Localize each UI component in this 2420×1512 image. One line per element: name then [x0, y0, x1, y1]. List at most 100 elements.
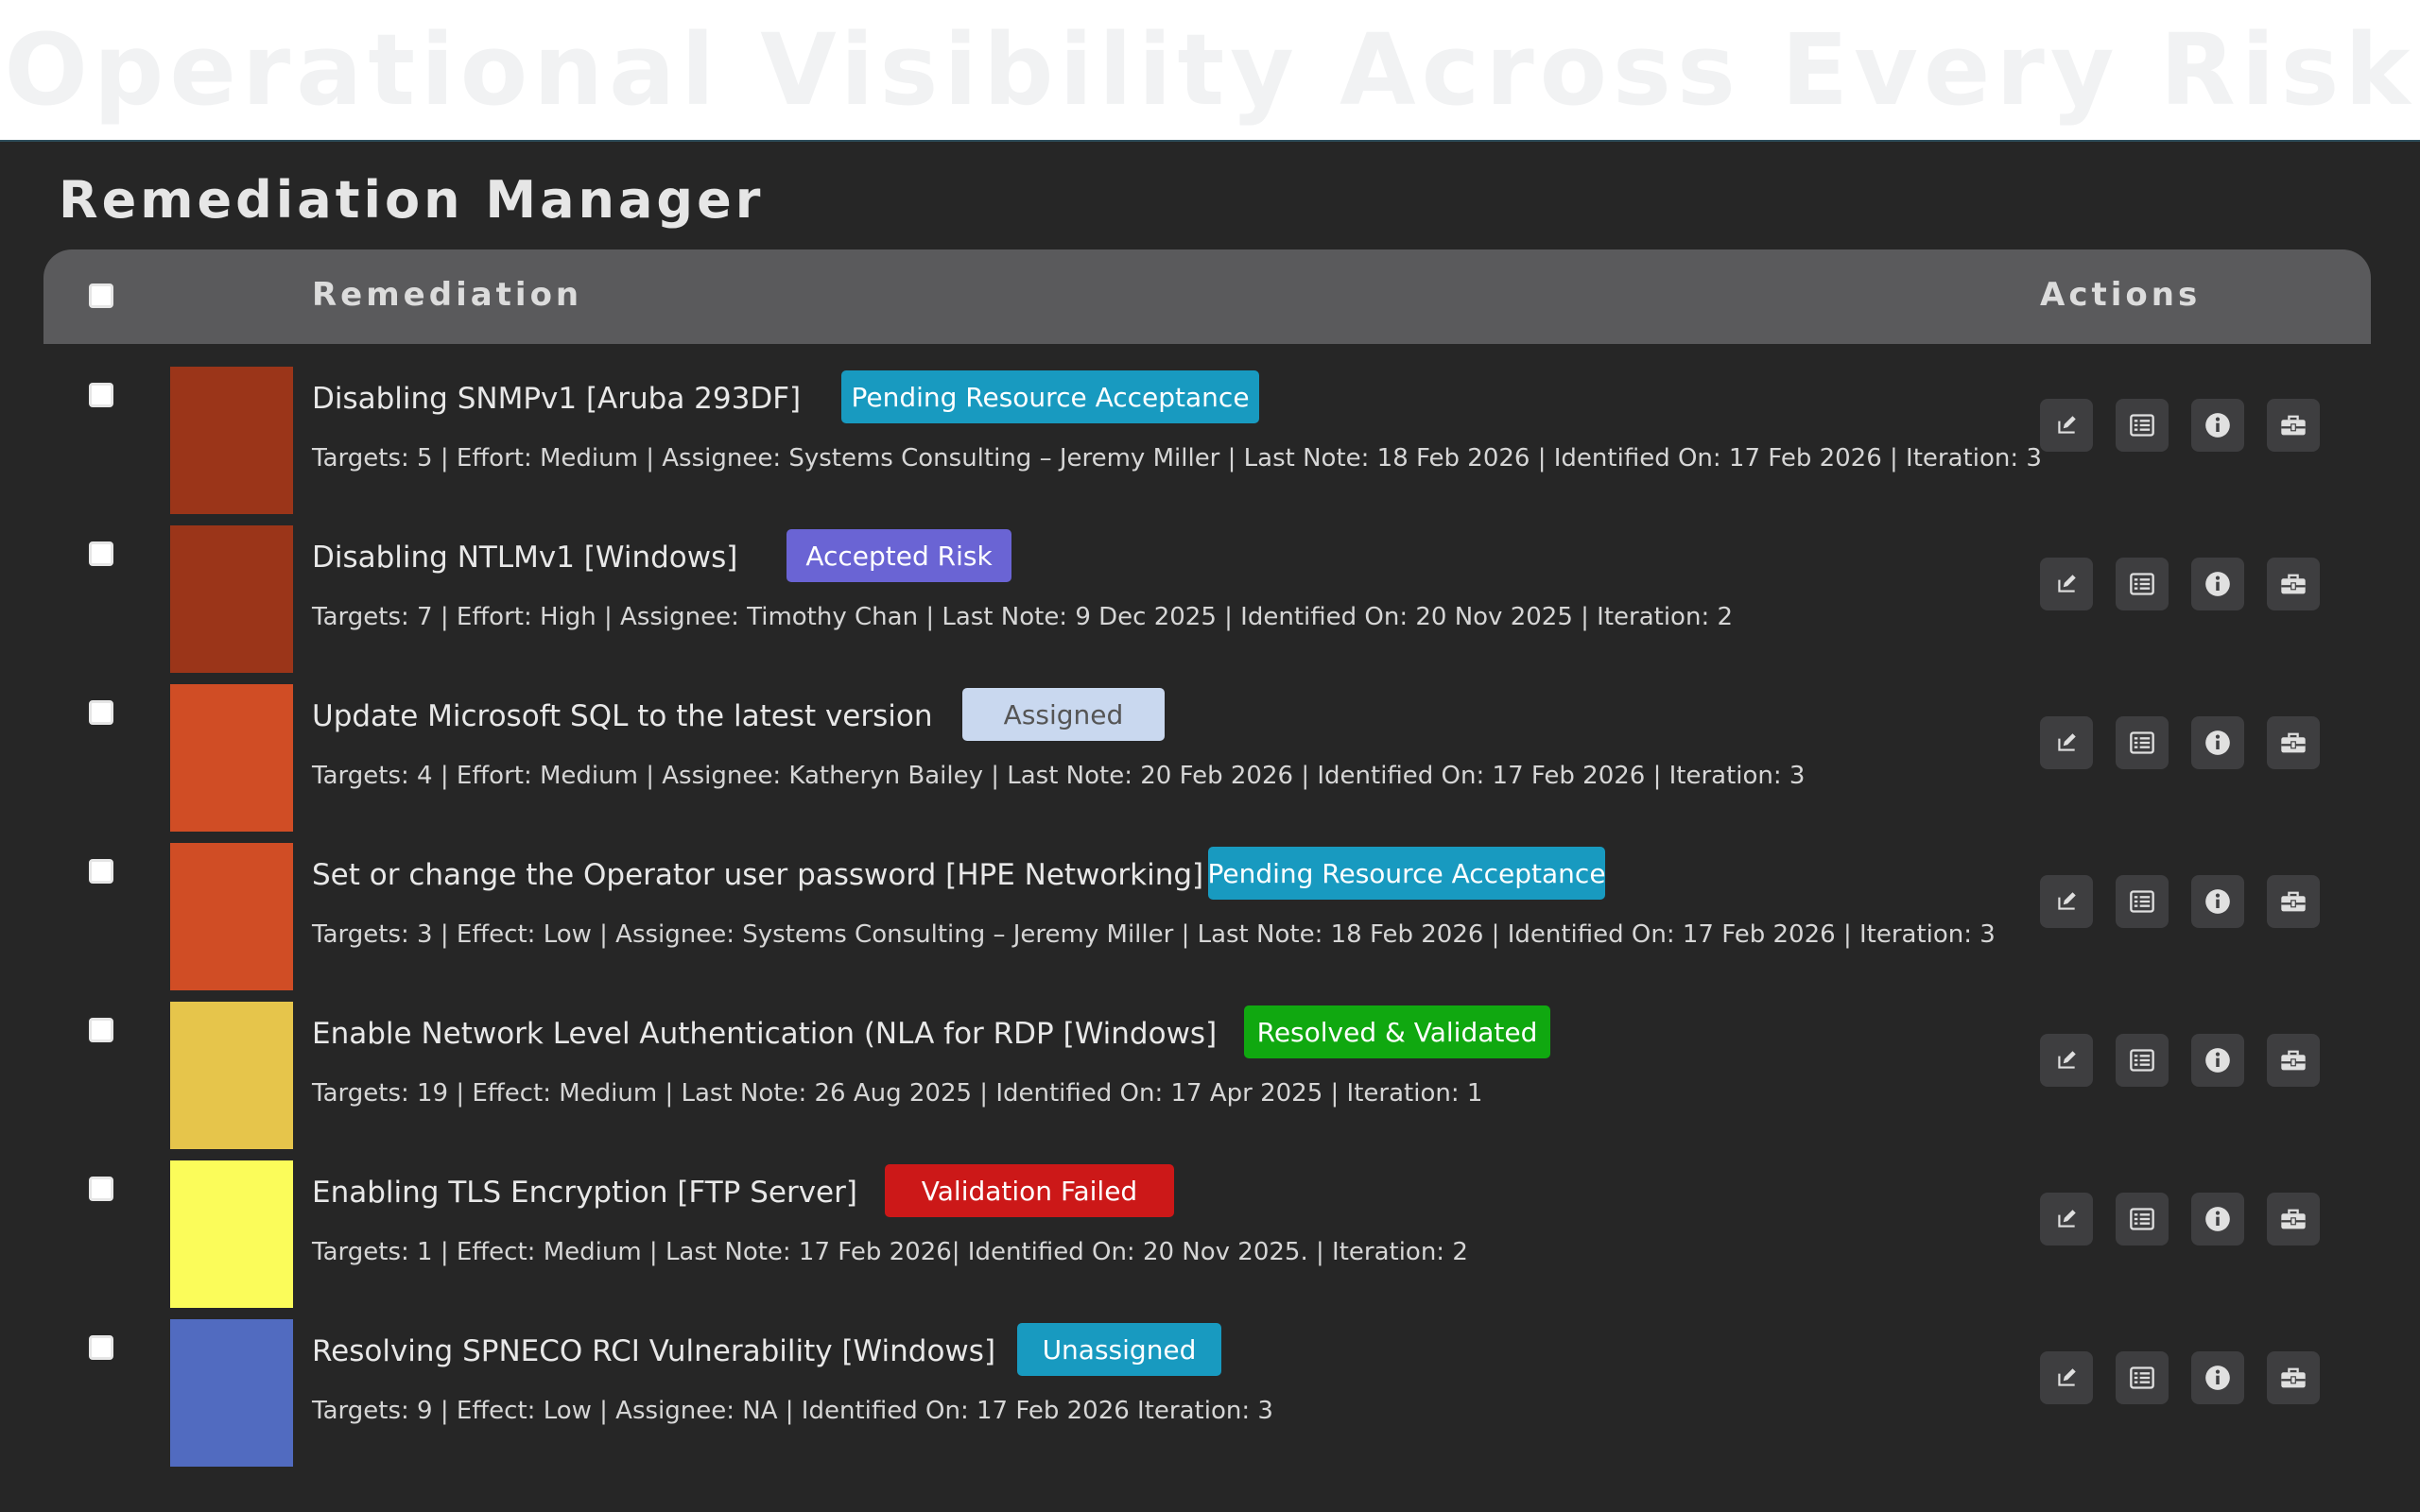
details-button[interactable] — [2116, 558, 2169, 610]
remediation-meta: Targets: 3 | Effect: Low | Assignee: Sys… — [312, 920, 1996, 949]
remediation-row[interactable]: Resolving SPNECO RCI Vulnerability [Wind… — [0, 1304, 2420, 1467]
row-checkbox[interactable] — [89, 541, 113, 566]
remediation-meta: Targets: 19 | Effect: Medium | Last Note… — [312, 1079, 1483, 1108]
edit-button[interactable] — [2040, 558, 2093, 610]
info-button[interactable] — [2191, 1351, 2244, 1404]
list-icon — [2130, 1366, 2154, 1389]
row-checkbox[interactable] — [89, 700, 113, 725]
row-checkbox[interactable] — [89, 1335, 113, 1360]
remediation-title[interactable]: Set or change the Operator user password… — [312, 858, 1203, 892]
list-icon — [2130, 890, 2154, 913]
row-actions — [2040, 1034, 2320, 1087]
toolbox-button[interactable] — [2267, 399, 2320, 452]
list-icon — [2130, 414, 2154, 437]
row-actions — [2040, 716, 2320, 769]
remediation-row[interactable]: Disabling NTLMv1 [Windows] Accepted Risk… — [0, 510, 2420, 673]
details-button[interactable] — [2116, 399, 2169, 452]
toolbox-button[interactable] — [2267, 1193, 2320, 1246]
row-actions — [2040, 1193, 2320, 1246]
remediation-title[interactable]: Enable Network Level Authentication (NLA… — [312, 1017, 1217, 1051]
status-badge: Unassigned — [1017, 1323, 1221, 1376]
edit-icon — [2058, 733, 2076, 751]
edit-button[interactable] — [2040, 1034, 2093, 1087]
select-all-checkbox[interactable] — [89, 284, 113, 308]
row-actions — [2040, 1351, 2320, 1404]
toolbox-icon — [2281, 1367, 2306, 1388]
row-checkbox[interactable] — [89, 859, 113, 884]
remediation-meta: Targets: 4 | Effort: Medium | Assignee: … — [312, 762, 1806, 790]
remediation-meta: Targets: 5 | Effort: Medium | Assignee: … — [312, 444, 2042, 472]
toolbox-button[interactable] — [2267, 558, 2320, 610]
remediation-meta: Targets: 9 | Effect: Low | Assignee: NA … — [312, 1397, 1273, 1425]
edit-icon — [2058, 1210, 2076, 1228]
edit-button[interactable] — [2040, 1193, 2093, 1246]
toolbox-button[interactable] — [2267, 716, 2320, 769]
info-icon — [2205, 413, 2230, 438]
remediation-row[interactable]: Enable Network Level Authentication (NLA… — [0, 987, 2420, 1149]
severity-indicator — [170, 1002, 293, 1149]
status-badge: Resolved & Validated — [1244, 1005, 1550, 1058]
remediation-row[interactable]: Enabling TLS Encryption [FTP Server] Val… — [0, 1145, 2420, 1308]
list-icon — [2130, 573, 2154, 595]
info-icon — [2205, 1048, 2230, 1073]
info-button[interactable] — [2191, 875, 2244, 928]
edit-button[interactable] — [2040, 875, 2093, 928]
status-badge: Pending Resource Acceptance — [841, 370, 1259, 423]
remediation-title[interactable]: Resolving SPNECO RCI Vulnerability [Wind… — [312, 1334, 995, 1368]
table-header: Remediation Actions — [43, 249, 2371, 344]
toolbox-button[interactable] — [2267, 875, 2320, 928]
info-button[interactable] — [2191, 558, 2244, 610]
info-button[interactable] — [2191, 1034, 2244, 1087]
toolbox-icon — [2281, 732, 2306, 753]
info-icon — [2205, 1366, 2230, 1390]
edit-icon — [2058, 416, 2076, 434]
edit-icon — [2058, 1368, 2076, 1386]
edit-button[interactable] — [2040, 716, 2093, 769]
status-badge: Validation Failed — [885, 1164, 1174, 1217]
status-badge: Assigned — [962, 688, 1165, 741]
panel-title: Remediation Manager — [59, 170, 765, 230]
severity-indicator — [170, 1160, 293, 1308]
remediation-row[interactable]: Set or change the Operator user password… — [0, 828, 2420, 990]
severity-indicator — [170, 525, 293, 673]
hero-title: Operational Visibility Across Every Risk — [4, 12, 2416, 128]
severity-indicator — [170, 684, 293, 832]
toolbox-button[interactable] — [2267, 1034, 2320, 1087]
row-checkbox[interactable] — [89, 1018, 113, 1042]
info-button[interactable] — [2191, 1193, 2244, 1246]
hero-banner: Operational Visibility Across Every Risk — [0, 0, 2420, 140]
list-icon — [2130, 731, 2154, 754]
remediation-title[interactable]: Update Microsoft SQL to the latest versi… — [312, 699, 933, 733]
info-button[interactable] — [2191, 399, 2244, 452]
column-header-remediation[interactable]: Remediation — [312, 276, 582, 314]
toolbox-icon — [2281, 574, 2306, 594]
toolbox-icon — [2281, 1050, 2306, 1071]
remediation-meta: Targets: 7 | Effort: High | Assignee: Ti… — [312, 603, 1734, 631]
remediation-title[interactable]: Disabling SNMPv1 [Aruba 293DF] — [312, 382, 801, 416]
details-button[interactable] — [2116, 1034, 2169, 1087]
severity-indicator — [170, 843, 293, 990]
details-button[interactable] — [2116, 875, 2169, 928]
info-button[interactable] — [2191, 716, 2244, 769]
row-checkbox[interactable] — [89, 383, 113, 407]
remediation-row[interactable]: Update Microsoft SQL to the latest versi… — [0, 669, 2420, 832]
toolbox-button[interactable] — [2267, 1351, 2320, 1404]
row-checkbox[interactable] — [89, 1177, 113, 1201]
status-badge: Accepted Risk — [786, 529, 1011, 582]
row-actions — [2040, 875, 2320, 928]
remediation-title[interactable]: Enabling TLS Encryption [FTP Server] — [312, 1176, 857, 1210]
toolbox-icon — [2281, 415, 2306, 436]
remediation-row[interactable]: Disabling SNMPv1 [Aruba 293DF] Pending R… — [0, 352, 2420, 514]
remediation-title[interactable]: Disabling NTLMv1 [Windows] — [312, 541, 737, 575]
edit-button[interactable] — [2040, 399, 2093, 452]
list-icon — [2130, 1049, 2154, 1072]
edit-icon — [2058, 575, 2076, 593]
edit-button[interactable] — [2040, 1351, 2093, 1404]
toolbox-icon — [2281, 1209, 2306, 1229]
row-actions — [2040, 399, 2320, 452]
details-button[interactable] — [2116, 1193, 2169, 1246]
remediation-meta: Targets: 1 | Effect: Medium | Last Note:… — [312, 1238, 1468, 1266]
details-button[interactable] — [2116, 1351, 2169, 1404]
details-button[interactable] — [2116, 716, 2169, 769]
info-icon — [2205, 1207, 2230, 1231]
